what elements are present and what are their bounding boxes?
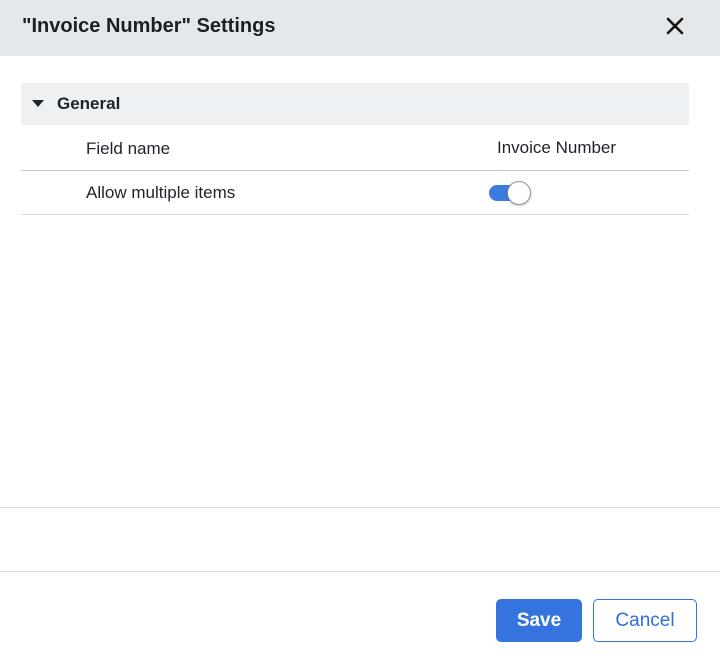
allow-multiple-toggle[interactable] — [489, 181, 531, 205]
field-value: Invoice Number — [497, 138, 617, 157]
dialog-header: "Invoice Number" Settings — [0, 0, 720, 56]
close-button[interactable] — [660, 12, 692, 44]
field-row-field-name: Field name Invoice Number — [21, 127, 689, 171]
close-icon — [666, 17, 684, 35]
save-button[interactable]: Save — [496, 599, 582, 642]
toggle-knob — [507, 181, 531, 205]
field-label: Allow multiple items — [86, 183, 236, 202]
section-title: General — [57, 94, 121, 113]
divider — [0, 507, 720, 508]
caret-down-icon[interactable] — [32, 99, 44, 109]
settings-dialog: "Invoice Number" Settings General Field … — [0, 0, 720, 666]
footer-divider — [0, 571, 720, 572]
section-header-general[interactable]: General — [21, 83, 689, 125]
field-row-allow-multiple: Allow multiple items — [21, 171, 689, 215]
cancel-button[interactable]: Cancel — [593, 599, 697, 642]
field-label: Field name — [86, 139, 171, 158]
dialog-title: "Invoice Number" Settings — [22, 15, 276, 37]
